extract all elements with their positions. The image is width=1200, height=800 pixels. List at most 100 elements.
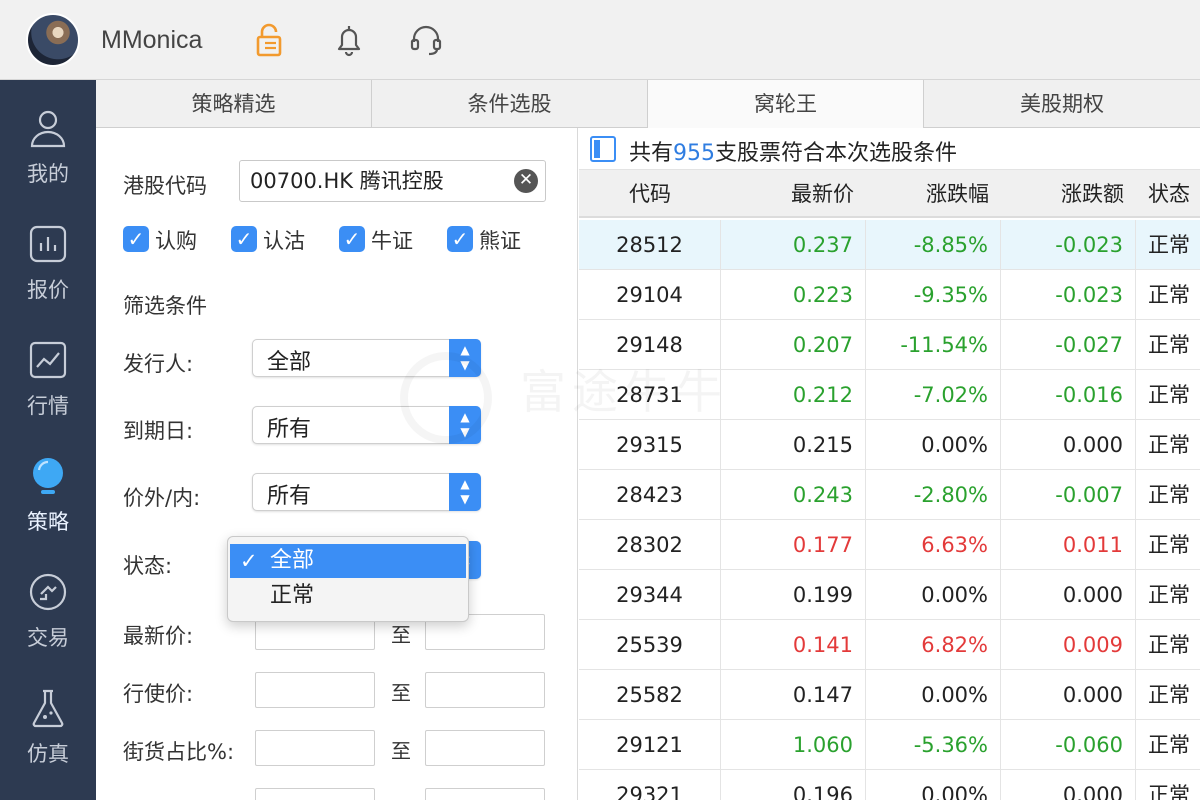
table-row[interactable]: 25539 0.141 6.82% 0.009 正常 xyxy=(579,620,1200,670)
outstanding-max-input[interactable] xyxy=(425,730,545,766)
column-header-chg[interactable]: 涨跌额 xyxy=(1001,170,1136,218)
cell-chg: -0.016 xyxy=(1001,370,1136,420)
cell-pct: 0.00% xyxy=(866,770,1001,800)
exchange-icon xyxy=(29,573,67,611)
cell-chg: -0.023 xyxy=(1001,220,1136,270)
table-row[interactable]: 29321 0.196 0.00% 0.000 正常 xyxy=(579,770,1200,800)
table-row[interactable]: 29104 0.223 -9.35% -0.023 正常 xyxy=(579,270,1200,320)
cell-status: 正常 xyxy=(1148,433,1190,457)
tab-bar: 策略精选 条件选股 窝轮王 美股期权 xyxy=(96,80,1200,128)
cell-chg: -0.023 xyxy=(1001,270,1136,320)
column-header-price[interactable]: 最新价 xyxy=(721,170,866,218)
outstanding-min-input[interactable] xyxy=(255,730,375,766)
results-summary: 共有955支股票符合本次选股条件 xyxy=(579,128,1200,170)
cell-price: 0.196 xyxy=(721,770,866,800)
range-to-label: 至 xyxy=(391,681,411,705)
table-row[interactable]: 25582 0.147 0.00% 0.000 正常 xyxy=(579,670,1200,720)
cell-price: 0.215 xyxy=(721,420,866,470)
panel-toggle-icon[interactable] xyxy=(590,136,616,162)
check-icon[interactable]: ✓ xyxy=(339,226,365,252)
username[interactable]: MMonica xyxy=(101,26,202,55)
cell-pct: -9.35% xyxy=(866,270,1001,320)
sidebar-item-market[interactable]: 行情 xyxy=(0,340,96,450)
sidebar-item-label: 仿真 xyxy=(27,742,69,766)
checkbox-label: 认购 xyxy=(155,229,197,253)
latest-price-label: 最新价: xyxy=(123,624,194,648)
cell-chg: -0.060 xyxy=(1001,720,1136,770)
cell-price: 0.237 xyxy=(721,220,866,270)
avatar[interactable] xyxy=(26,13,80,67)
code-label: 港股代码 xyxy=(123,174,207,198)
table-row[interactable]: 29121 1.060 -5.36% -0.060 正常 xyxy=(579,720,1200,770)
cell-pct: -8.85% xyxy=(866,220,1001,270)
unlock-icon[interactable] xyxy=(252,22,288,58)
range-min-input[interactable] xyxy=(255,788,375,800)
headset-icon[interactable] xyxy=(408,22,444,58)
sidebar-item-simulation[interactable]: 仿真 xyxy=(0,688,96,798)
menu-item-all[interactable]: ✓ 全部 xyxy=(230,544,466,578)
sidebar-item-label: 行情 xyxy=(27,394,69,418)
sidebar-item-label: 报价 xyxy=(27,278,69,302)
cell-price: 0.141 xyxy=(721,620,866,670)
cell-price: 0.177 xyxy=(721,520,866,570)
cell-chg: 0.000 xyxy=(1001,670,1136,720)
range-to-label: 至 xyxy=(391,623,411,647)
table-row[interactable]: 28423 0.243 -2.80% -0.007 正常 xyxy=(579,470,1200,520)
cell-pct: -5.36% xyxy=(866,720,1001,770)
column-header-code[interactable]: 代码 xyxy=(579,170,721,218)
sidebar-item-trade[interactable]: 交易 xyxy=(0,572,96,682)
tab-strategy-picks[interactable]: 策略精选 xyxy=(96,80,373,128)
cell-status: 正常 xyxy=(1148,583,1190,607)
cell-pct: -7.02% xyxy=(866,370,1001,420)
cell-chg: 0.009 xyxy=(1001,620,1136,670)
check-icon[interactable]: ✓ xyxy=(231,226,257,252)
strike-max-input[interactable] xyxy=(425,672,545,708)
tab-warrant-king[interactable]: 窝轮王 xyxy=(648,80,925,128)
outstanding-label: 街货占比%: xyxy=(123,740,235,764)
table-row[interactable]: 28302 0.177 6.63% 0.011 正常 xyxy=(579,520,1200,570)
stock-code-input[interactable]: 00700.HK 腾讯控股 xyxy=(239,160,546,202)
cell-pct: 6.82% xyxy=(866,620,1001,670)
cell-price: 0.223 xyxy=(721,270,866,320)
column-header-pct[interactable]: 涨跌幅 xyxy=(866,170,1001,218)
sidebar: 我的 报价 行情 策略 交易 仿真 xyxy=(0,80,96,800)
clear-icon[interactable]: ✕ xyxy=(514,169,538,193)
column-header-status[interactable]: 状态 xyxy=(1136,170,1200,218)
table-row[interactable]: 29315 0.215 0.00% 0.000 正常 xyxy=(579,420,1200,470)
range-max-input[interactable] xyxy=(425,788,545,800)
cell-code: 29121 xyxy=(579,720,721,770)
tab-us-options[interactable]: 美股期权 xyxy=(924,80,1200,128)
moneyness-select[interactable]: 所有 ▲ ▼ xyxy=(252,473,481,511)
expiry-label: 到期日: xyxy=(123,419,194,443)
menu-item-normal[interactable]: 正常 xyxy=(230,579,466,613)
results-panel: 共有955支股票符合本次选股条件 代码 最新价 涨跌幅 涨跌额 状态 28512… xyxy=(579,128,1200,800)
bell-icon[interactable] xyxy=(331,22,367,58)
summary-text: 共有955支股票符合本次选股条件 xyxy=(629,135,957,167)
flask-icon xyxy=(32,689,64,728)
cell-code: 25539 xyxy=(579,620,721,670)
issuer-label: 发行人: xyxy=(123,352,194,376)
moneyness-label: 价外/内: xyxy=(123,486,201,510)
sidebar-item-mine[interactable]: 我的 xyxy=(0,108,96,218)
sidebar-item-strategy[interactable]: 策略 xyxy=(0,456,96,566)
menu-item-label: 全部 xyxy=(270,548,315,573)
cell-pct: 0.00% xyxy=(866,420,1001,470)
checkbox-label: 牛证 xyxy=(371,229,413,253)
filter-panel: 港股代码 00700.HK 腾讯控股 ✕ ✓ 认购 ✓ 认沽 ✓ 牛证 ✓ 熊证… xyxy=(96,128,578,800)
cell-pct: -2.80% xyxy=(866,470,1001,520)
sidebar-item-quotes[interactable]: 报价 xyxy=(0,224,96,334)
bar-chart-icon xyxy=(29,225,67,263)
table-row[interactable]: 28512 0.237 -8.85% -0.023 正常 xyxy=(579,220,1200,270)
select-value: 全部 xyxy=(267,350,312,375)
check-icon[interactable]: ✓ xyxy=(123,226,149,252)
bulb-icon xyxy=(33,458,63,494)
status-label: 状态: xyxy=(123,554,173,578)
strike-label: 行使价: xyxy=(123,682,194,706)
table-row[interactable]: 29344 0.199 0.00% 0.000 正常 xyxy=(579,570,1200,620)
cell-status: 正常 xyxy=(1148,233,1190,257)
check-icon[interactable]: ✓ xyxy=(447,226,473,252)
strike-min-input[interactable] xyxy=(255,672,375,708)
cell-pct: 0.00% xyxy=(866,670,1001,720)
tab-condition-screener[interactable]: 条件选股 xyxy=(372,80,649,128)
chevron-updown-icon[interactable]: ▲▼ xyxy=(449,473,481,511)
